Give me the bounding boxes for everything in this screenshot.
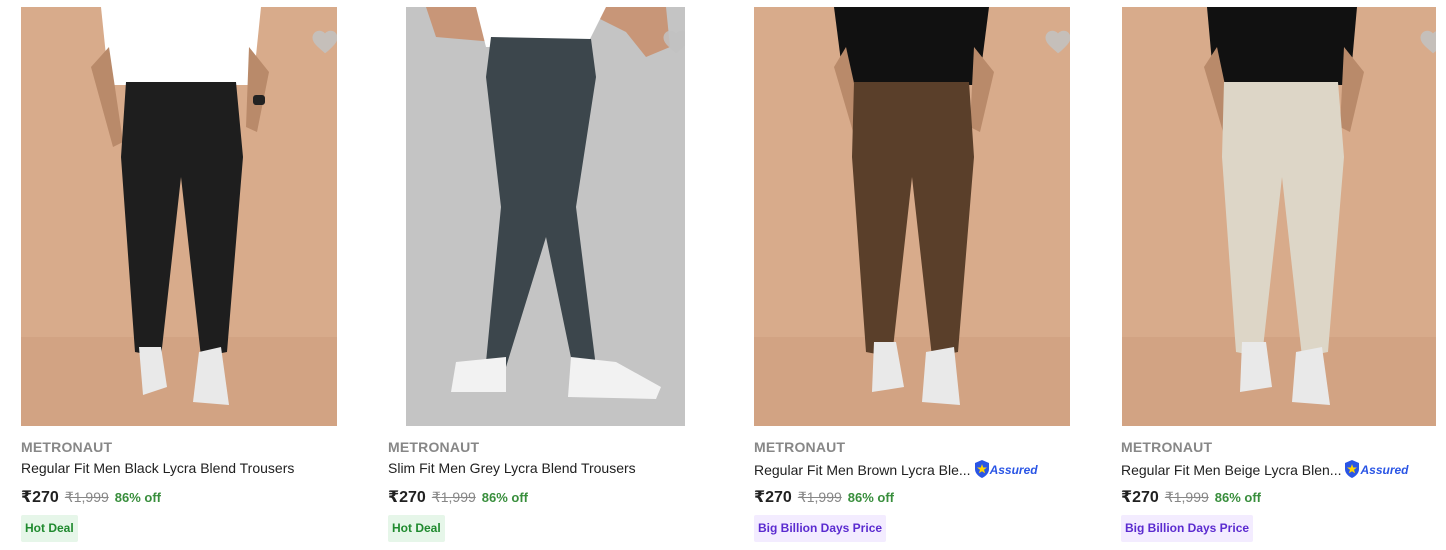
- price-row: ₹270 ₹1,999 86% off: [1121, 487, 1261, 507]
- assured-badge: Assured: [1344, 460, 1409, 478]
- product-card[interactable]: METRONAUT Regular Fit Men Beige Lycra Bl…: [1121, 0, 1446, 550]
- product-title[interactable]: Slim Fit Men Grey Lycra Blend Trousers: [388, 460, 718, 476]
- wishlist-heart-icon[interactable]: [661, 27, 685, 57]
- product-card[interactable]: METRONAUT Regular Fit Men Black Lycra Bl…: [21, 0, 357, 550]
- selling-price: ₹270: [388, 489, 426, 506]
- brand-name: METRONAUT: [21, 439, 113, 455]
- price-row: ₹270 ₹1,999 86% off: [754, 487, 894, 507]
- product-card[interactable]: METRONAUT Regular Fit Men Brown Lycra Bl…: [754, 0, 1090, 550]
- brand-name: METRONAUT: [388, 439, 480, 455]
- brand-name: METRONAUT: [754, 439, 846, 455]
- discount-label: 86% off: [847, 490, 895, 505]
- price-row: ₹270 ₹1,999 86% off: [388, 487, 528, 507]
- mrp-price: ₹1,999: [431, 489, 476, 505]
- product-image-beige-trousers[interactable]: [1122, 7, 1436, 426]
- offer-badge: Big Billion Days Price: [1121, 515, 1254, 542]
- wishlist-heart-icon[interactable]: [310, 27, 337, 57]
- product-image-brown-trousers[interactable]: [754, 7, 1070, 426]
- selling-price: ₹270: [21, 489, 59, 506]
- offer-badge: Big Billion Days Price: [754, 515, 887, 542]
- discount-label: 86% off: [481, 490, 529, 505]
- selling-price: ₹270: [1121, 489, 1159, 506]
- assured-shield-icon: [1344, 460, 1360, 478]
- wishlist-heart-icon[interactable]: [1043, 27, 1070, 57]
- selling-price: ₹270: [754, 489, 792, 506]
- brand-name: METRONAUT: [1121, 439, 1213, 455]
- discount-label: 86% off: [1214, 490, 1262, 505]
- price-row: ₹270 ₹1,999 86% off: [21, 487, 161, 507]
- assured-badge: Assured: [974, 460, 1038, 478]
- offer-badge: Hot Deal: [388, 515, 445, 542]
- product-image-grey-trousers[interactable]: [406, 7, 685, 426]
- mrp-price: ₹1,999: [1164, 489, 1209, 505]
- mrp-price: ₹1,999: [797, 489, 842, 505]
- offer-badge: Hot Deal: [21, 515, 78, 542]
- product-title[interactable]: Regular Fit Men Beige Lycra Blen... Assur…: [1121, 460, 1446, 478]
- discount-label: 86% off: [114, 490, 162, 505]
- product-title[interactable]: Regular Fit Men Black Lycra Blend Trouse…: [21, 460, 351, 476]
- product-image-black-trousers[interactable]: [21, 7, 337, 426]
- product-card[interactable]: METRONAUT Slim Fit Men Grey Lycra Blend …: [388, 0, 724, 550]
- product-title[interactable]: Regular Fit Men Brown Lycra Ble... Assure…: [754, 460, 1084, 478]
- mrp-price: ₹1,999: [64, 489, 109, 505]
- wishlist-heart-icon[interactable]: [1418, 27, 1436, 57]
- assured-shield-icon: [974, 460, 990, 478]
